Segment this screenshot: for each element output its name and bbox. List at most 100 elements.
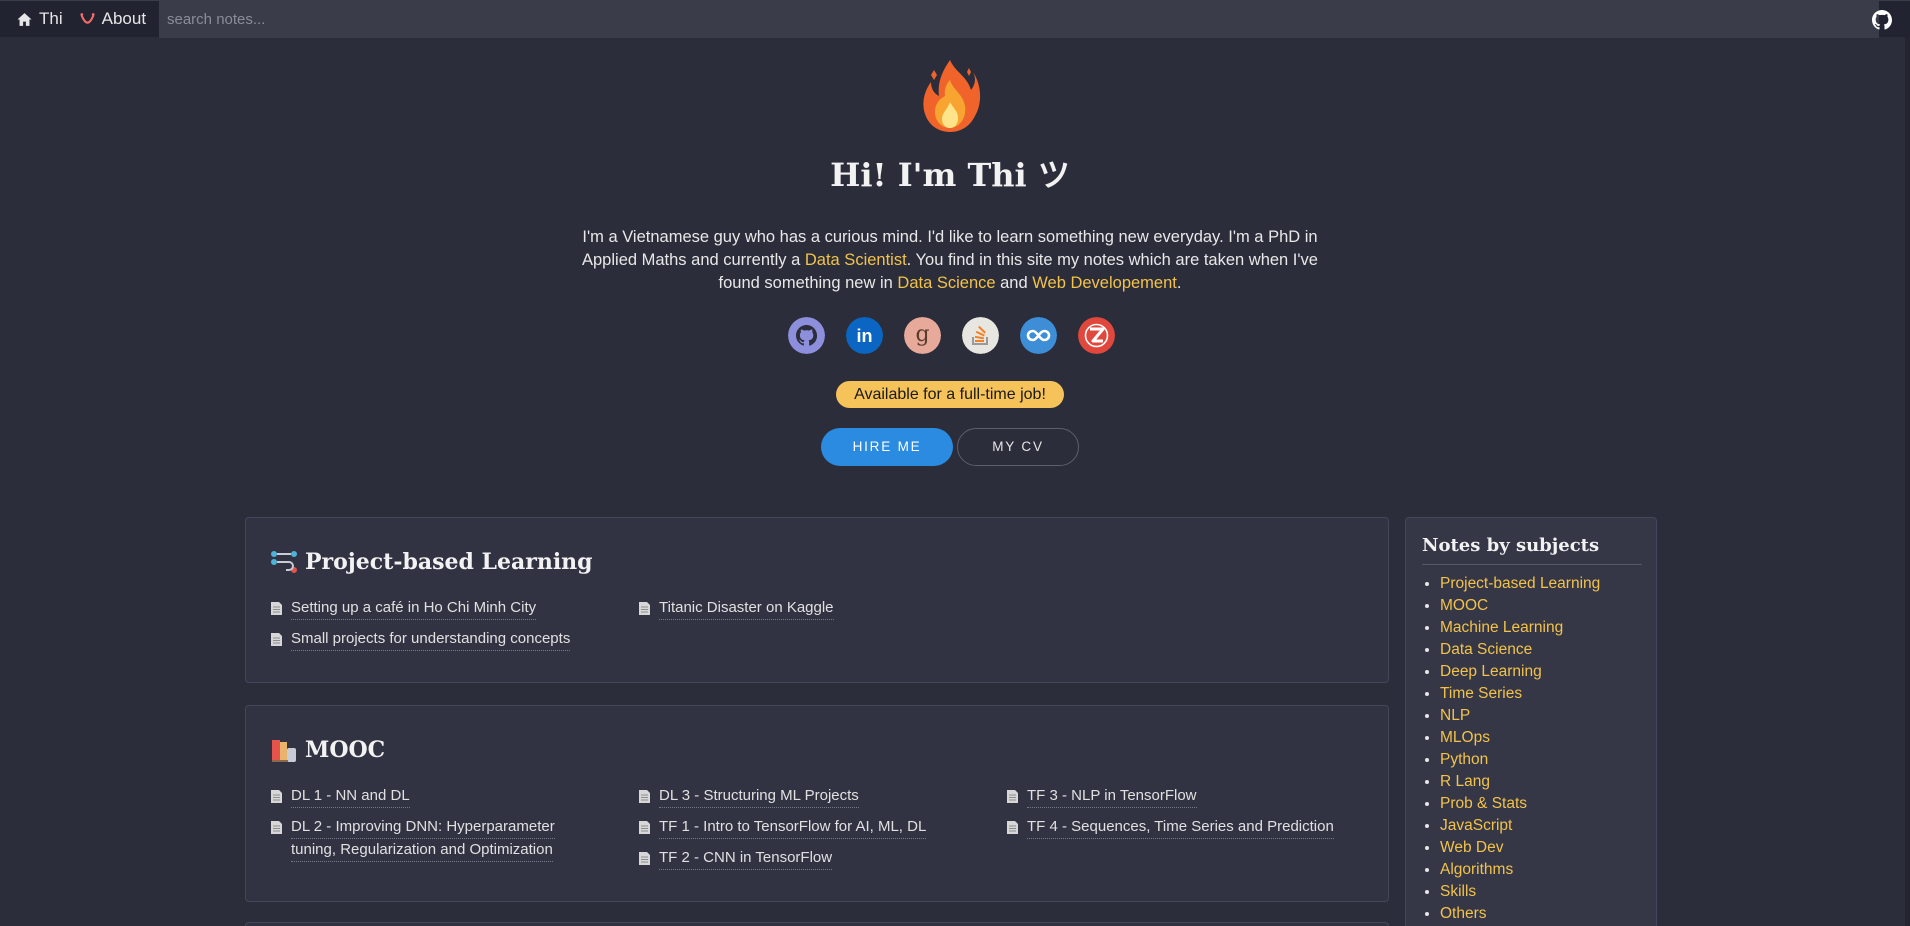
list-item: Machine Learning bbox=[1440, 617, 1600, 639]
note-link[interactable]: TF 4 - Sequences, Time Series and Predic… bbox=[1006, 816, 1334, 839]
note-title: DL 2 - Improving DNN: Hyperparameter bbox=[291, 816, 555, 839]
stackoverflow-icon[interactable] bbox=[962, 317, 999, 354]
note-title: DL 3 - Structuring ML Projects bbox=[659, 785, 859, 808]
next-card bbox=[245, 922, 1389, 926]
intro-text-part: and bbox=[995, 274, 1033, 292]
home-icon bbox=[17, 12, 32, 26]
list-item: JavaScript bbox=[1440, 815, 1600, 837]
social-links: in g bbox=[788, 317, 1115, 354]
status-badge: Available for a full-time job! bbox=[836, 381, 1064, 408]
subject-link[interactable]: Machine Learning bbox=[1440, 619, 1563, 636]
document-icon bbox=[271, 602, 282, 615]
nav-about-link[interactable]: About bbox=[63, 1, 160, 38]
goodreads-icon[interactable]: g bbox=[904, 317, 941, 354]
data-scientist-link[interactable]: Data Scientist bbox=[805, 251, 907, 269]
document-icon bbox=[271, 790, 282, 803]
github-icon[interactable] bbox=[1872, 10, 1892, 30]
note-link[interactable]: TF 1 - Intro to TensorFlow for AI, ML, D… bbox=[638, 816, 927, 839]
document-icon bbox=[271, 633, 282, 646]
smile-icon bbox=[80, 12, 95, 24]
note-link[interactable]: DL 1 - NN and DL bbox=[270, 785, 410, 808]
note-title: TF 1 - Intro to TensorFlow for AI, ML, D… bbox=[659, 816, 927, 839]
list-item: Prob & Stats bbox=[1440, 793, 1600, 815]
page-title: Hi! I'm Thi ツ bbox=[830, 156, 1070, 194]
note-title: DL 1 - NN and DL bbox=[291, 785, 410, 808]
subject-link[interactable]: Algorithms bbox=[1440, 861, 1513, 878]
note-title-block: DL 2 - Improving DNN: Hyperparameter tun… bbox=[291, 816, 555, 862]
note-title: TF 3 - NLP in TensorFlow bbox=[1027, 785, 1197, 808]
mooc-card: MOOC DL 1 - NN and DL DL 2 - Improving D… bbox=[245, 705, 1389, 902]
card-title-text: MOOC bbox=[305, 737, 386, 763]
document-icon bbox=[639, 790, 650, 803]
subject-link[interactable]: NLP bbox=[1440, 707, 1470, 724]
document-icon bbox=[639, 821, 650, 834]
project-based-learning-card: Project-based Learning Setting up a café… bbox=[245, 517, 1389, 683]
list-item: Others bbox=[1440, 903, 1600, 925]
note-title: Setting up a café in Ho Chi Minh City bbox=[291, 597, 537, 620]
list-item: Web Dev bbox=[1440, 837, 1600, 859]
subject-link[interactable]: R Lang bbox=[1440, 773, 1490, 790]
subject-link[interactable]: Data Science bbox=[1440, 641, 1532, 658]
note-title: Titanic Disaster on Kaggle bbox=[659, 597, 834, 620]
subject-link[interactable]: Python bbox=[1440, 751, 1488, 768]
card-title: Project-based Learning bbox=[270, 548, 593, 576]
subject-link[interactable]: MLOps bbox=[1440, 729, 1490, 746]
list-item: MOOC bbox=[1440, 595, 1600, 617]
document-icon bbox=[1007, 790, 1018, 803]
note-link[interactable]: TF 3 - NLP in TensorFlow bbox=[1006, 785, 1197, 808]
intro-text-part: . bbox=[1176, 274, 1182, 292]
linkedin-icon[interactable]: in bbox=[846, 317, 883, 354]
subject-link[interactable]: MOOC bbox=[1440, 597, 1488, 614]
note-link[interactable]: DL 3 - Structuring ML Projects bbox=[638, 785, 859, 808]
subject-link[interactable]: Web Dev bbox=[1440, 839, 1503, 856]
svg-text:g: g bbox=[915, 322, 929, 347]
route-icon bbox=[271, 551, 297, 573]
note-link[interactable]: Setting up a café in Ho Chi Minh City bbox=[270, 597, 537, 620]
document-icon bbox=[1007, 821, 1018, 834]
note-title: TF 2 - CNN in TensorFlow bbox=[659, 847, 833, 870]
codersrank-icon[interactable] bbox=[1020, 317, 1057, 354]
subject-link[interactable]: Skills bbox=[1440, 883, 1476, 900]
books-icon bbox=[272, 740, 296, 762]
github-icon[interactable] bbox=[788, 317, 825, 354]
subject-link[interactable]: Time Series bbox=[1440, 685, 1522, 702]
note-link[interactable]: TF 2 - CNN in TensorFlow bbox=[638, 847, 833, 870]
list-item: Time Series bbox=[1440, 683, 1600, 705]
web-dev-link[interactable]: Web Developement bbox=[1032, 274, 1177, 292]
document-icon bbox=[271, 821, 282, 834]
note-link[interactable]: Small projects for understanding concept… bbox=[270, 628, 571, 651]
card-title: MOOC bbox=[270, 736, 385, 764]
search-input[interactable] bbox=[159, 1, 1879, 38]
note-title: TF 4 - Sequences, Time Series and Predic… bbox=[1027, 816, 1334, 839]
document-icon bbox=[639, 852, 650, 865]
list-item: MLOps bbox=[1440, 727, 1600, 749]
nav-home-link[interactable]: Thi bbox=[0, 1, 63, 38]
note-link[interactable]: DL 2 - Improving DNN: Hyperparameter tun… bbox=[270, 816, 555, 862]
subjects-list: Project-based Learning MOOC Machine Lear… bbox=[1440, 573, 1600, 925]
subject-link[interactable]: Prob & Stats bbox=[1440, 795, 1527, 812]
card-title-text: Project-based Learning bbox=[305, 549, 593, 575]
note-link[interactable]: Titanic Disaster on Kaggle bbox=[638, 597, 834, 620]
my-cv-button[interactable]: MY CV bbox=[957, 428, 1079, 466]
top-nav: Thi About bbox=[0, 0, 1910, 38]
list-item: R Lang bbox=[1440, 771, 1600, 793]
data-science-link[interactable]: Data Science bbox=[897, 274, 995, 292]
list-item: Python bbox=[1440, 749, 1600, 771]
list-item: Project-based Learning bbox=[1440, 573, 1600, 595]
subject-link[interactable]: Project-based Learning bbox=[1440, 575, 1600, 592]
subject-link[interactable]: Deep Learning bbox=[1440, 663, 1542, 680]
fire-icon bbox=[923, 60, 981, 132]
subject-link[interactable]: JavaScript bbox=[1440, 817, 1512, 834]
nav-about-label: About bbox=[101, 9, 147, 28]
document-icon bbox=[639, 602, 650, 615]
hire-me-button[interactable]: HIRE ME bbox=[821, 428, 953, 466]
svg-text:in: in bbox=[857, 326, 873, 346]
sidebar-title: Notes by subjects bbox=[1422, 535, 1642, 565]
scrollbar[interactable] bbox=[1905, 37, 1910, 926]
codewars-icon[interactable] bbox=[1078, 317, 1115, 354]
note-title: Small projects for understanding concept… bbox=[291, 628, 571, 651]
subject-link[interactable]: Others bbox=[1440, 905, 1487, 922]
list-item: Deep Learning bbox=[1440, 661, 1600, 683]
list-item: Skills bbox=[1440, 881, 1600, 903]
list-item: Algorithms bbox=[1440, 859, 1600, 881]
